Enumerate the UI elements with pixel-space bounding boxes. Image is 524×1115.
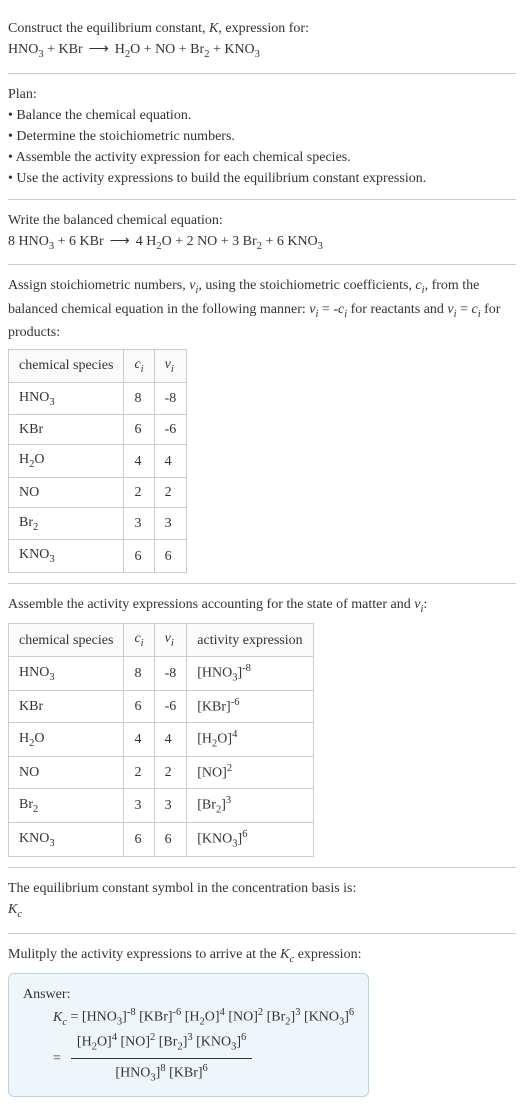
assemble-section: Assemble the activity expressions accoun… xyxy=(8,584,516,868)
symbol-kc: Kc xyxy=(8,899,516,923)
table-row: KBr6-6[KBr]-6 xyxy=(9,691,314,723)
answer-line2: = [H2O]4 [NO]2 [Br2]3 [KNO3]6 [HNO3]8 [K… xyxy=(23,1030,354,1085)
fraction-denominator: [HNO3]8 [KBr]6 xyxy=(71,1059,252,1086)
table-row: KNO366[KNO3]6 xyxy=(9,822,314,856)
cell-activity: [KNO3]6 xyxy=(187,822,313,856)
cell-vi: -6 xyxy=(154,691,187,723)
col-species: chemical species xyxy=(9,350,124,383)
plan-title: Plan: xyxy=(8,84,516,105)
cell-vi: 2 xyxy=(154,477,187,507)
symbol-line1: The equilibrium constant symbol in the c… xyxy=(8,878,516,899)
col-ci: ci xyxy=(124,350,154,383)
cell-ci: 4 xyxy=(124,445,154,478)
table-header-row: chemical species ci νi xyxy=(9,350,187,383)
cell-activity: [H2O]4 xyxy=(187,722,313,756)
cell-vi: 3 xyxy=(154,788,187,822)
cell-ci: 8 xyxy=(124,382,154,415)
col-ci: ci xyxy=(124,624,154,657)
table-row: NO22[NO]2 xyxy=(9,757,314,789)
cell-species: Br2 xyxy=(9,507,124,540)
balanced-section: Write the balanced chemical equation: 8 … xyxy=(8,200,516,266)
table-row: H2O44[H2O]4 xyxy=(9,722,314,756)
cell-ci: 6 xyxy=(124,540,154,573)
cell-vi: 4 xyxy=(154,722,187,756)
cell-vi: 6 xyxy=(154,822,187,856)
cell-species: Br2 xyxy=(9,788,124,822)
balanced-title: Write the balanced chemical equation: xyxy=(8,210,516,231)
cell-vi: -6 xyxy=(154,415,187,445)
plan-bullet: • Balance the chemical equation. xyxy=(8,105,516,126)
cell-ci: 2 xyxy=(124,477,154,507)
plan-bullet: • Assemble the activity expression for e… xyxy=(8,147,516,168)
cell-species: NO xyxy=(9,477,124,507)
cell-species: H2O xyxy=(9,445,124,478)
cell-species: KBr xyxy=(9,691,124,723)
cell-vi: -8 xyxy=(154,382,187,415)
col-species: chemical species xyxy=(9,624,124,657)
plan-bullet: • Determine the stoichiometric numbers. xyxy=(8,126,516,147)
plan-bullet: • Use the activity expressions to build … xyxy=(8,168,516,189)
col-vi: νi xyxy=(154,624,187,657)
answer-box: Answer: Kc = [HNO3]-8 [KBr]-6 [H2O]4 [NO… xyxy=(8,973,369,1097)
cell-ci: 3 xyxy=(124,788,154,822)
intro-equation: HNO3 + KBr⟶H2O + NO + Br2 + KNO3 xyxy=(8,39,516,63)
fraction: [H2O]4 [NO]2 [Br2]3 [KNO3]6 [HNO3]8 [KBr… xyxy=(71,1030,252,1085)
cell-species: H2O xyxy=(9,722,124,756)
cell-ci: 8 xyxy=(124,657,154,691)
cell-activity: [HNO3]-8 xyxy=(187,657,313,691)
assign-section: Assign stoichiometric numbers, νi, using… xyxy=(8,265,516,584)
table-header-row: chemical species ci νi activity expressi… xyxy=(9,624,314,657)
multiply-section: Mulitply the activity expressions to arr… xyxy=(8,934,516,1107)
table-row: Br233[Br2]3 xyxy=(9,788,314,822)
cell-vi: -8 xyxy=(154,657,187,691)
table-row: KBr6-6 xyxy=(9,415,187,445)
multiply-text: Mulitply the activity expressions to arr… xyxy=(8,944,516,968)
assemble-table: chemical species ci νi activity expressi… xyxy=(8,623,314,857)
col-vi: νi xyxy=(154,350,187,383)
cell-vi: 6 xyxy=(154,540,187,573)
fraction-numerator: [H2O]4 [NO]2 [Br2]3 [KNO3]6 xyxy=(71,1030,252,1058)
cell-ci: 6 xyxy=(124,691,154,723)
cell-activity: [Br2]3 xyxy=(187,788,313,822)
assign-text: Assign stoichiometric numbers, νi, using… xyxy=(8,275,516,343)
cell-species: KBr xyxy=(9,415,124,445)
cell-ci: 2 xyxy=(124,757,154,789)
table-row: Br233 xyxy=(9,507,187,540)
cell-vi: 2 xyxy=(154,757,187,789)
plan-section: Plan: • Balance the chemical equation. •… xyxy=(8,74,516,200)
answer-label: Answer: xyxy=(23,984,354,1005)
cell-ci: 6 xyxy=(124,415,154,445)
cell-activity: [NO]2 xyxy=(187,757,313,789)
table-row: H2O44 xyxy=(9,445,187,478)
cell-species: KNO3 xyxy=(9,822,124,856)
answer-line1: Kc = [HNO3]-8 [KBr]-6 [H2O]4 [NO]2 [Br2]… xyxy=(23,1005,354,1030)
cell-vi: 4 xyxy=(154,445,187,478)
symbol-section: The equilibrium constant symbol in the c… xyxy=(8,868,516,934)
table-row: HNO38-8[HNO3]-8 xyxy=(9,657,314,691)
cell-vi: 3 xyxy=(154,507,187,540)
cell-species: HNO3 xyxy=(9,657,124,691)
assign-table: chemical species ci νi HNO38-8 KBr6-6 H2… xyxy=(8,349,187,573)
cell-activity: [KBr]-6 xyxy=(187,691,313,723)
col-activity: activity expression xyxy=(187,624,313,657)
cell-species: NO xyxy=(9,757,124,789)
table-row: KNO366 xyxy=(9,540,187,573)
cell-ci: 3 xyxy=(124,507,154,540)
intro-section: Construct the equilibrium constant, K, e… xyxy=(8,8,516,74)
cell-ci: 4 xyxy=(124,722,154,756)
cell-species: HNO3 xyxy=(9,382,124,415)
table-row: HNO38-8 xyxy=(9,382,187,415)
cell-ci: 6 xyxy=(124,822,154,856)
balanced-equation: 8 HNO3 + 6 KBr⟶4 H2O + 2 NO + 3 Br2 + 6 … xyxy=(8,231,516,255)
intro-line1: Construct the equilibrium constant, K, e… xyxy=(8,18,516,39)
cell-species: KNO3 xyxy=(9,540,124,573)
table-row: NO22 xyxy=(9,477,187,507)
assemble-text: Assemble the activity expressions accoun… xyxy=(8,594,516,618)
